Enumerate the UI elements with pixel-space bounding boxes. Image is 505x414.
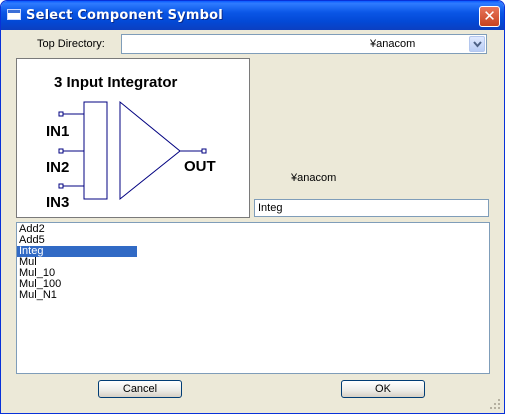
close-button[interactable]: ✕ xyxy=(479,6,500,27)
integrator-symbol-drawing: 3 Input Integrator IN1 IN2 IN3 OUT xyxy=(46,74,216,211)
list-item[interactable]: Mul_N1 xyxy=(17,290,137,301)
input-label-3: IN3 xyxy=(46,194,69,211)
output-label: OUT xyxy=(184,158,216,175)
component-name-field[interactable]: Integ xyxy=(254,199,489,217)
title-bar[interactable]: Select Component Symbol ✕ xyxy=(1,1,504,30)
close-icon: ✕ xyxy=(483,7,496,25)
input-label-1: IN1 xyxy=(46,123,69,140)
output-pin xyxy=(201,148,207,154)
window-icon xyxy=(7,9,21,20)
current-directory-text: ¥anacom xyxy=(291,172,337,184)
select-component-symbol-dialog: Select Component Symbol ✕ Top Directory:… xyxy=(0,0,505,414)
dropdown-button[interactable] xyxy=(469,36,485,52)
cancel-button[interactable]: Cancel xyxy=(98,380,182,398)
chevron-down-icon xyxy=(473,41,482,48)
resize-grip-icon[interactable] xyxy=(489,398,501,410)
input-pin-3 xyxy=(58,183,64,189)
top-directory-value: ¥anacom xyxy=(370,38,416,50)
top-directory-label: Top Directory: xyxy=(37,38,105,50)
window-title: Select Component Symbol xyxy=(26,8,223,23)
symbol-preview: 3 Input Integrator IN1 IN2 IN3 OUT xyxy=(16,58,250,218)
top-directory-select[interactable]: ¥anacom xyxy=(121,34,487,54)
input-pin-1 xyxy=(58,111,64,117)
component-list[interactable]: Add2 Add5 Integ Mul Mul_10 Mul_100 Mul_N1 xyxy=(16,222,490,374)
integrator-box xyxy=(83,101,108,200)
input-pin-2 xyxy=(58,148,64,154)
preview-title: 3 Input Integrator xyxy=(54,74,177,91)
ok-button[interactable]: OK xyxy=(341,380,425,398)
input-label-2: IN2 xyxy=(46,159,69,176)
amplifier-triangle xyxy=(119,100,181,201)
